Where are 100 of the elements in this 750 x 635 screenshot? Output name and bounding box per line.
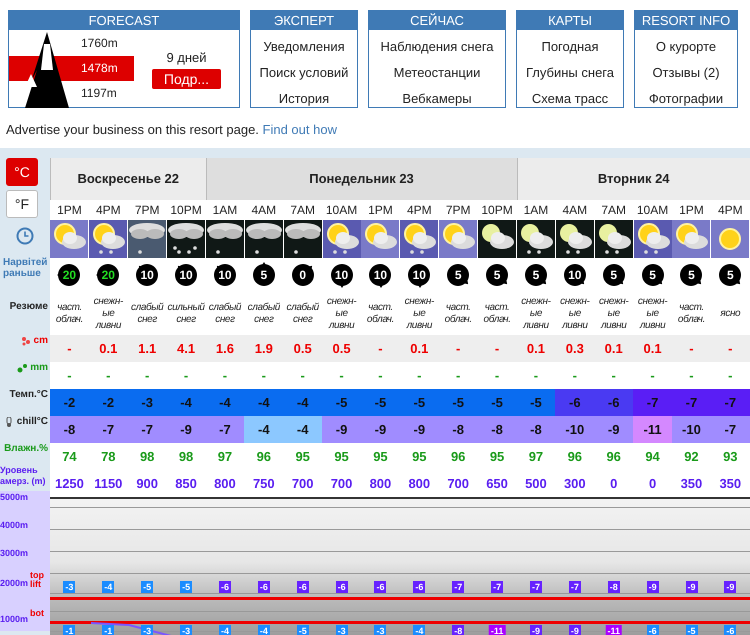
weather-summary: снежн-ые ливни	[326, 296, 358, 332]
snow-value: 0.1	[410, 341, 428, 356]
rain-value: -	[106, 368, 110, 383]
chill-cell: -7	[710, 416, 750, 443]
top-lift-temp: -9	[646, 581, 659, 593]
sun-cloud-weather-icon	[50, 220, 88, 258]
bottom-lift-label: bot	[30, 609, 44, 618]
rain-value: -	[534, 368, 538, 383]
snow-value: -	[728, 341, 732, 356]
time-label: 7PM	[444, 202, 472, 219]
time-label: 4PM	[406, 202, 433, 219]
chill-cell: -9	[361, 416, 400, 443]
temp-cell: -4	[206, 389, 244, 416]
weather-summary: част. облач.	[676, 302, 706, 326]
menu-link[interactable]: Метеостанции	[369, 60, 505, 86]
time-label: 4PM	[716, 202, 744, 219]
bottom-lift-temp: -3	[141, 625, 154, 635]
bottom-lift-temp: -11	[488, 625, 506, 635]
freezing-level-value: 900	[136, 476, 158, 491]
elevation-option[interactable]: 1197m	[9, 81, 134, 106]
unit-toggle[interactable]: °F	[6, 190, 38, 218]
snow-value: 0.1	[604, 341, 623, 356]
top-lift-temp: -7	[568, 581, 581, 593]
top-lift-temp: -6	[374, 581, 386, 593]
menu-link[interactable]: О курорте	[635, 34, 737, 60]
bottom-lift-temp: -3	[374, 625, 386, 635]
freezing-level-value: 350	[680, 476, 702, 491]
menu-link[interactable]: Глубины снега	[517, 60, 623, 86]
time-label: 10AM	[636, 202, 670, 219]
temp-cell: -7	[633, 389, 672, 416]
rain-value: -	[494, 368, 500, 383]
find-out-link[interactable]: Find out how	[262, 122, 337, 137]
top-lift-temp: -3	[63, 581, 76, 593]
time-label: 7PM	[134, 202, 161, 219]
menu-link[interactable]: Фотографии	[635, 86, 737, 112]
humidity-value: 96	[568, 449, 582, 464]
snow-value: 4.1	[177, 341, 196, 356]
temp-cell: -5	[400, 389, 439, 416]
wind-speed-badge: 5	[602, 264, 625, 286]
weather-summary: слабый снег	[208, 302, 242, 326]
humidity-value: 95	[412, 449, 427, 464]
temp-cell: -5	[478, 389, 516, 416]
unit-toggle[interactable]: °C	[6, 158, 38, 186]
humidity-value: 97	[528, 449, 544, 464]
sun-cloud-snow-weather-icon	[89, 220, 128, 258]
weather-summary: част. облач.	[54, 302, 84, 326]
weather-summary: сильный снег	[166, 302, 206, 326]
chill-cell: -9	[594, 416, 634, 443]
wind-speed-badge: 10	[408, 264, 430, 286]
menu-link[interactable]: Отзывы (2)	[635, 60, 737, 86]
bottom-lift-temp: -9	[568, 625, 581, 635]
chill-cell: -7	[88, 416, 128, 443]
elevation-option[interactable]: 1760m	[9, 31, 134, 56]
temp-cell: -2	[88, 389, 128, 416]
time-label: 4AM	[561, 202, 588, 219]
chill-row-label: chill°C	[16, 415, 48, 429]
snow-value: 0.5	[332, 341, 351, 356]
weather-summary: снежн-ые ливни	[92, 296, 124, 332]
rain-value: -	[456, 368, 460, 383]
sun-cloud-snow-weather-icon	[634, 220, 672, 258]
details-button[interactable]: Подр...	[152, 69, 222, 90]
time-label: 4AM	[250, 202, 278, 219]
weather-summary: част. облач.	[444, 302, 473, 326]
menu-link[interactable]: Вебкамеры	[369, 86, 505, 112]
menu-link[interactable]: Погодная	[517, 34, 623, 60]
chill-cell: -8	[50, 416, 89, 443]
cloud-snow-night-weather-icon	[206, 220, 244, 258]
bottom-lift-temp: -4	[413, 625, 426, 635]
time-label: 1PM	[56, 202, 83, 219]
rain-value: -	[378, 368, 383, 383]
snow-value: 1.1	[138, 341, 156, 356]
sun-cloud-weather-icon	[361, 220, 400, 258]
wind-speed-badge: 10	[369, 264, 392, 286]
rain-value: -	[572, 368, 577, 383]
panel-header: FORECAST	[9, 11, 239, 30]
top-lift-temp: -5	[141, 581, 154, 593]
temp-cell: -6	[594, 389, 634, 416]
humidity-value: 96	[256, 449, 272, 464]
menu-link[interactable]: Поиск условий	[251, 60, 357, 86]
snow-value: 0.1	[99, 341, 118, 356]
weather-summary: снежн-ые ливни	[520, 296, 552, 332]
freezing-level-value: 800	[370, 476, 392, 491]
freezing-level-value: 350	[719, 476, 742, 491]
humidity-value: 93	[723, 449, 738, 464]
menu-link[interactable]: Наблюдения снега	[369, 34, 505, 60]
chill-cell: -7	[128, 416, 167, 443]
freezing-level-value: 800	[214, 476, 236, 491]
freezing-level-value: 0	[648, 476, 656, 491]
menu-link[interactable]: Уведомления	[251, 34, 357, 60]
menu-link[interactable]: История	[251, 86, 357, 112]
cloud-snow-dusk-weather-icon	[128, 220, 166, 258]
freezing-level-value: 750	[252, 476, 275, 491]
humidity-value: 96	[450, 449, 466, 464]
bottom-lift-temp: -11	[606, 625, 622, 635]
snow-value: -	[67, 341, 72, 356]
chill-cell: -10	[555, 416, 594, 443]
menu-link[interactable]: Схема трасс	[517, 86, 623, 112]
time-label: 7AM	[600, 202, 628, 219]
temp-row-label: Темп.°C	[8, 388, 49, 402]
freezing-level-value: 850	[175, 476, 197, 491]
